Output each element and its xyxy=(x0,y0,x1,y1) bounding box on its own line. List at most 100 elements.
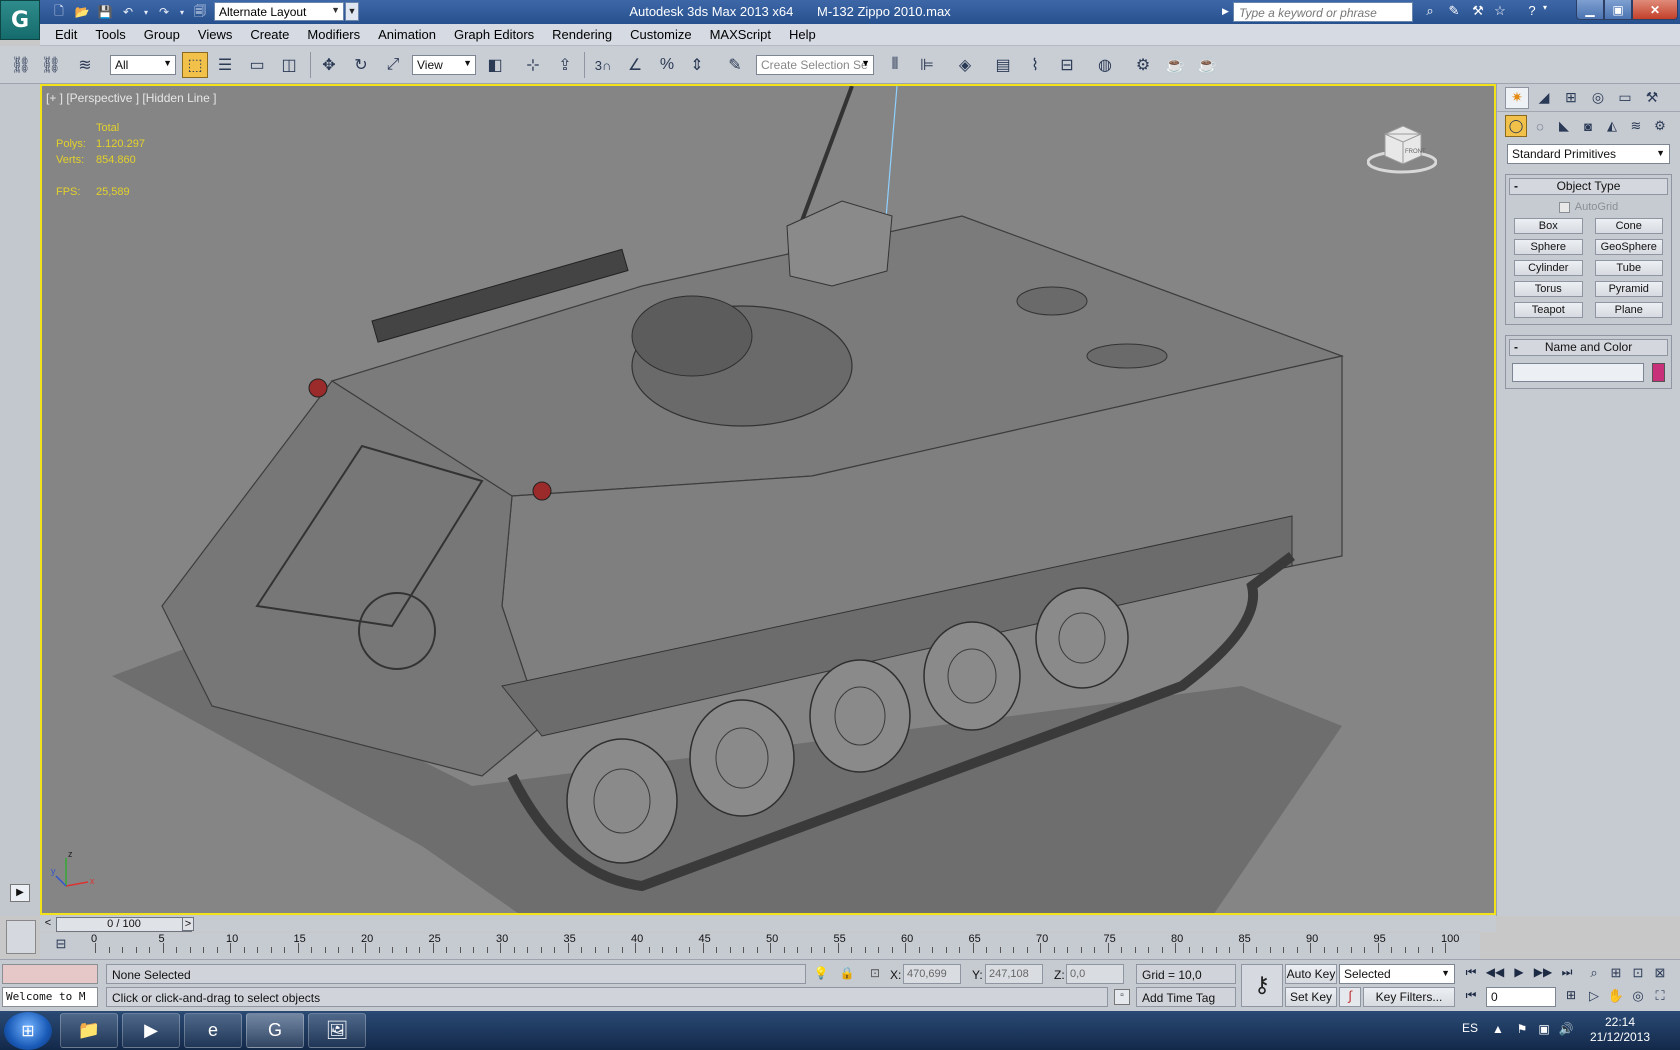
pyramid-button[interactable]: Pyramid xyxy=(1594,281,1663,297)
time-slider-prev-button[interactable]: < xyxy=(42,917,54,931)
absolute-transform-icon[interactable]: ⊡ xyxy=(866,966,884,982)
create-tab-icon[interactable]: ✷ xyxy=(1505,86,1529,109)
unlink-selection-icon[interactable]: ⛓ xyxy=(38,52,64,78)
maximize-viewport-icon[interactable]: ⛶ xyxy=(1650,988,1670,1008)
action-center-flag-icon[interactable]: ⚑ xyxy=(1514,1022,1530,1038)
menu-edit[interactable]: Edit xyxy=(46,27,86,42)
network-icon[interactable]: ▣ xyxy=(1536,1022,1552,1038)
time-configuration-icon[interactable]: ⊞ xyxy=(1560,988,1582,1006)
go-to-start-icon[interactable]: ⏮ xyxy=(1460,965,1482,983)
pan-view-icon[interactable]: ✋ xyxy=(1606,988,1626,1008)
menu-modifiers[interactable]: Modifiers xyxy=(298,27,369,42)
select-and-manipulate-icon[interactable]: ⊹ xyxy=(520,52,546,78)
render-setup-icon[interactable]: ⚙ xyxy=(1130,52,1156,78)
select-and-scale-icon[interactable]: ⤢ xyxy=(380,52,406,78)
select-by-name-icon[interactable]: ☰ xyxy=(212,52,238,78)
utilities-tab-icon[interactable]: ⚒ xyxy=(1640,87,1664,109)
menu-views[interactable]: Views xyxy=(189,27,241,42)
new-file-icon[interactable]: 🗋 xyxy=(49,3,69,21)
viewcube[interactable]: FRONT xyxy=(1367,116,1437,176)
pivot-center-icon[interactable]: ◧ xyxy=(482,52,508,78)
select-object-icon[interactable]: ⬚ xyxy=(182,52,208,78)
lights-icon[interactable]: ◣ xyxy=(1553,115,1575,137)
selection-filter-dropdown[interactable]: All ▼ xyxy=(110,55,176,75)
workspace-dropdown[interactable]: Alternate Layout ▼ xyxy=(214,2,344,21)
binoculars-icon[interactable]: ⌕ xyxy=(1420,3,1440,21)
key-mode-dropdown[interactable]: Selected ▼ xyxy=(1339,964,1455,984)
current-frame-field[interactable]: 0 xyxy=(1486,987,1556,1007)
default-tangent-icon[interactable]: ∫ xyxy=(1339,987,1361,1007)
search-expand-icon[interactable]: ▶ xyxy=(1222,6,1229,17)
keyboard-shortcut-override-icon[interactable]: ⇪ xyxy=(552,52,578,78)
material-editor-icon[interactable]: ◍ xyxy=(1092,52,1118,78)
play-icon[interactable]: ▶ xyxy=(1508,965,1530,983)
orbit-icon[interactable]: ◎ xyxy=(1628,988,1648,1008)
project-folder-icon[interactable]: 🗐 xyxy=(190,3,210,21)
explorer-taskbar-button[interactable]: 📁 xyxy=(60,1013,118,1048)
keyframe-mode-icon[interactable] xyxy=(6,920,36,954)
undo-icon[interactable]: ↶ xyxy=(118,3,138,21)
motion-tab-icon[interactable]: ◎ xyxy=(1586,87,1610,109)
close-button[interactable]: ✕ xyxy=(1632,0,1678,20)
help-icon[interactable]: ? xyxy=(1522,3,1542,21)
show-hidden-icons-icon[interactable]: ▲ xyxy=(1490,1022,1506,1038)
shapes-icon[interactable]: ◌ xyxy=(1529,115,1551,137)
communication-icon[interactable]: ⚒ xyxy=(1468,3,1488,21)
primitive-category-dropdown[interactable]: Standard Primitives ▼ xyxy=(1507,144,1670,164)
align-icon[interactable]: ⊫ xyxy=(914,52,940,78)
geometry-icon[interactable]: ◯ xyxy=(1505,115,1527,137)
time-tag-icon[interactable]: ▫ xyxy=(1114,989,1130,1005)
system-clock[interactable]: 22:14 21/12/2013 xyxy=(1580,1015,1660,1045)
spinner-snap-icon[interactable]: ⇕ xyxy=(684,52,710,78)
selection-lock-icon[interactable]: 🔒 xyxy=(838,966,856,982)
schematic-view-icon[interactable]: ⊟ xyxy=(1054,52,1080,78)
mini-curve-editor-icon[interactable]: ⊟ xyxy=(51,936,71,954)
menu-rendering[interactable]: Rendering xyxy=(543,27,621,42)
viewport-label-menu[interactable]: [+ ] [Perspective ] [Hidden Line ] xyxy=(46,91,216,105)
field-of-view-icon[interactable]: ▷ xyxy=(1584,988,1604,1008)
key-mode-toggle-icon[interactable]: ⏮ xyxy=(1460,988,1482,1006)
menu-help[interactable]: Help xyxy=(780,27,825,42)
geosphere-button[interactable]: GeoSphere xyxy=(1594,239,1663,255)
sphere-button[interactable]: Sphere xyxy=(1514,239,1583,255)
redo-icon[interactable]: ↷ xyxy=(154,3,174,21)
subscription-icon[interactable]: ✎ xyxy=(1444,3,1464,21)
add-time-tag-button[interactable]: Add Time Tag xyxy=(1136,987,1236,1007)
browser-taskbar-button[interactable]: e xyxy=(184,1013,242,1048)
select-and-move-icon[interactable]: ✥ xyxy=(316,52,342,78)
menu-group[interactable]: Group xyxy=(135,27,189,42)
maxscript-listener-output[interactable] xyxy=(2,964,98,984)
previous-frame-icon[interactable]: ◀◀ xyxy=(1484,965,1506,983)
systems-icon[interactable]: ⚙ xyxy=(1649,115,1671,137)
graphite-ribbon-icon[interactable]: ▤ xyxy=(990,52,1016,78)
undo-dropdown-icon[interactable]: ▾ xyxy=(141,3,151,21)
space-warps-icon[interactable]: ≋ xyxy=(1625,115,1647,137)
zoom-extents-all-icon[interactable]: ⊠ xyxy=(1650,965,1670,985)
rectangular-selection-icon[interactable]: ▭ xyxy=(244,52,270,78)
torus-button[interactable]: Torus xyxy=(1514,281,1583,297)
cone-button[interactable]: Cone xyxy=(1594,218,1663,234)
volume-icon[interactable]: 🔊 xyxy=(1558,1022,1574,1038)
media-player-taskbar-button[interactable]: ▶ xyxy=(122,1013,180,1048)
minimize-button[interactable]: ▁ xyxy=(1576,0,1604,20)
quick-access-customize-icon[interactable]: ▼ xyxy=(345,2,359,21)
track-bar[interactable]: ⊟ 0 5 10 15 20 25 30 35 40 45 50 55 60 65 70 75 80 85 90 95… xyxy=(40,933,1480,959)
open-file-icon[interactable]: 📂 xyxy=(72,3,92,21)
display-tab-icon[interactable]: ▭ xyxy=(1613,87,1637,109)
time-slider-next-button[interactable]: > xyxy=(182,917,194,931)
select-and-link-icon[interactable]: ⛓ xyxy=(8,52,34,78)
mirror-icon[interactable]: ⫴ xyxy=(882,52,908,78)
box-button[interactable]: Box xyxy=(1514,218,1583,234)
maximize-button[interactable]: ▣ xyxy=(1604,0,1632,20)
isolate-selection-icon[interactable]: 💡 xyxy=(812,966,830,982)
percent-snap-icon[interactable]: % xyxy=(654,52,680,78)
menu-tools[interactable]: Tools xyxy=(86,27,134,42)
named-selection-dropdown[interactable]: Create Selection Se ▼ xyxy=(756,55,874,75)
key-filters-button[interactable]: Key Filters... xyxy=(1363,987,1455,1007)
time-slider[interactable]: < 0 / 100 > xyxy=(40,916,1496,932)
favorites-star-icon[interactable]: ☆ xyxy=(1490,3,1510,21)
snaps-toggle-icon[interactable]: 3 ∩ xyxy=(590,52,616,78)
time-slider-thumb[interactable]: 0 / 100 xyxy=(56,917,192,932)
vehicle-model-wireframe[interactable] xyxy=(42,86,1496,915)
menu-create[interactable]: Create xyxy=(241,27,298,42)
